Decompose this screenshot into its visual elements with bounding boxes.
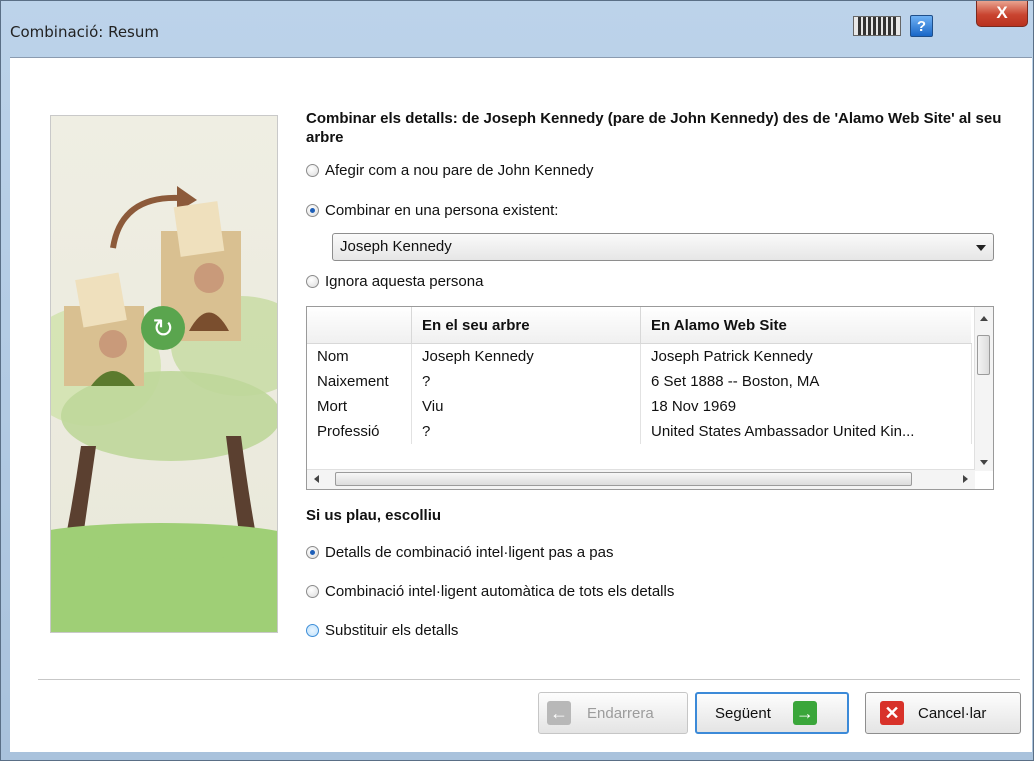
option-replace[interactable]: Substituir els detalls (306, 622, 458, 639)
option-step-by-step-label: Detalls de combinació intel·ligent pas a… (325, 544, 614, 561)
divider (38, 679, 1020, 680)
radio-automatic[interactable] (306, 585, 319, 598)
horizontal-scroll-thumb[interactable] (335, 472, 912, 486)
table-row[interactable]: Professió ? United States Ambassador Uni… (307, 419, 972, 444)
chevron-down-icon[interactable] (976, 245, 986, 251)
compare-table: En el seu arbre En Alamo Web Site Nom Jo… (306, 306, 994, 490)
merge-heading: Combinar els detalls: de Joseph Kennedy … (306, 110, 1002, 146)
dialog-window: Combinació: Resum ? X ↻ Combinar els det… (0, 0, 1034, 761)
table-cell: 18 Nov 1969 (640, 394, 972, 419)
radio-replace[interactable] (306, 624, 319, 637)
option-automatic[interactable]: Combinació intel·ligent automàtica de to… (306, 583, 674, 600)
option-ignore-label: Ignora aquesta persona (325, 273, 484, 290)
table-cell: Mort (307, 394, 412, 419)
option-merge-existing[interactable]: Combinar en una persona existent: (306, 202, 558, 219)
scroll-up-icon[interactable] (980, 316, 988, 321)
table-row[interactable]: Naixement ? 6 Set 1888 -- Boston, MA (307, 369, 972, 394)
scroll-right-icon[interactable] (963, 475, 968, 483)
vertical-scroll-thumb[interactable] (977, 335, 990, 375)
dialog-body: ↻ Combinar els detalls: de Joseph Kenned… (10, 57, 1032, 752)
back-button[interactable]: ← Endarrera (538, 692, 688, 734)
title-bar: Combinació: Resum ? X (1, 1, 1033, 56)
person-select-value: Joseph Kennedy (340, 238, 452, 255)
option-add-new[interactable]: Afegir com a nou pare de John Kennedy (306, 162, 594, 179)
keyboard-icon[interactable] (853, 16, 901, 36)
table-cell: Joseph Kennedy (411, 343, 641, 369)
merge-illustration: ↻ (50, 115, 278, 633)
arrow-left-icon: ← (547, 701, 571, 725)
table-cell: ? (411, 419, 641, 444)
table-header: En el seu arbre (411, 307, 641, 344)
radio-step-by-step[interactable] (306, 546, 319, 559)
option-merge-existing-label: Combinar en una persona existent: (325, 202, 559, 219)
radio-merge-existing[interactable] (306, 204, 319, 217)
next-button[interactable]: Següent → (695, 692, 849, 734)
next-button-label: Següent (715, 704, 771, 722)
arrow-right-icon: → (792, 701, 817, 725)
cancel-button-label: Cancel·lar (918, 704, 987, 722)
svg-text:↻: ↻ (152, 314, 174, 344)
back-button-label: Endarrera (587, 704, 654, 722)
option-replace-label: Substituir els detalls (325, 622, 459, 639)
table-cell: ? (411, 369, 641, 394)
table-cell: Professió (307, 419, 412, 444)
close-icon: ✕ (880, 701, 904, 725)
compare-table-body: En el seu arbre En Alamo Web Site Nom Jo… (307, 307, 972, 444)
option-automatic-label: Combinació intel·ligent automàtica de to… (325, 583, 675, 600)
table-cell: 6 Set 1888 -- Boston, MA (640, 369, 972, 394)
choose-heading: Si us plau, escolliu (306, 507, 442, 524)
close-button[interactable]: X (976, 1, 1028, 27)
person-select[interactable]: Joseph Kennedy (332, 233, 994, 261)
vertical-scrollbar[interactable] (974, 307, 993, 471)
table-row[interactable]: Nom Joseph Kennedy Joseph Patrick Kenned… (307, 343, 972, 369)
radio-ignore[interactable] (306, 275, 319, 288)
scroll-down-icon[interactable] (980, 460, 988, 465)
horizontal-scrollbar[interactable] (307, 469, 975, 489)
help-button[interactable]: ? (910, 15, 933, 37)
table-cell: Viu (411, 394, 641, 419)
table-header: En Alamo Web Site (640, 307, 971, 344)
table-cell: United States Ambassador United Kin... (640, 419, 972, 444)
table-row[interactable]: Mort Viu 18 Nov 1969 (307, 394, 972, 419)
option-add-new-label: Afegir com a nou pare de John Kennedy (325, 162, 594, 179)
radio-add-new[interactable] (306, 164, 319, 177)
table-header (307, 307, 412, 344)
table-cell: Joseph Patrick Kennedy (640, 343, 972, 369)
window-title: Combinació: Resum (10, 23, 159, 41)
table-cell: Nom (307, 343, 412, 369)
option-step-by-step[interactable]: Detalls de combinació intel·ligent pas a… (306, 544, 614, 561)
scroll-left-icon[interactable] (314, 475, 319, 483)
table-cell: Naixement (307, 369, 412, 394)
illustration-graphic: ↻ (51, 186, 277, 632)
cancel-button[interactable]: ✕ Cancel·lar (865, 692, 1021, 734)
option-ignore[interactable]: Ignora aquesta persona (306, 273, 483, 290)
